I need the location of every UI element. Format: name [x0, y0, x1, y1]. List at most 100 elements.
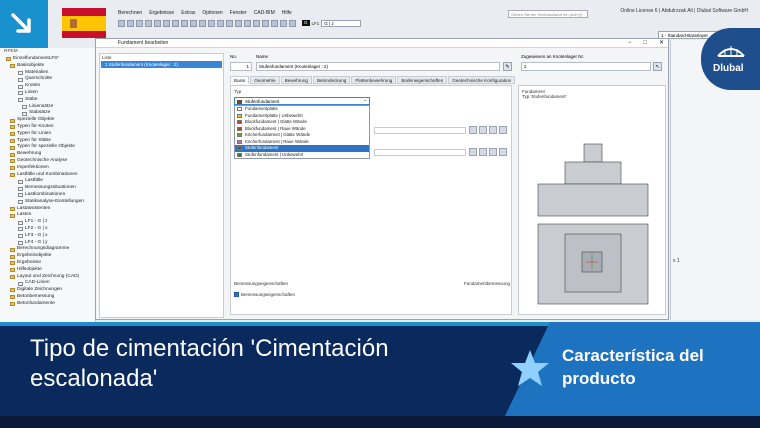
menu-item[interactable]: Optionen: [202, 10, 222, 16]
toolbar-button[interactable]: [253, 19, 260, 27]
toolbar-button[interactable]: [217, 19, 224, 27]
toolbar-button[interactable]: [226, 19, 233, 27]
edit-section-icon[interactable]: [489, 148, 497, 156]
menu-item[interactable]: Berechnen: [118, 10, 142, 16]
toolbar-button[interactable]: [118, 19, 125, 27]
navigator-item[interactable]: Ergebnisobjekte: [0, 253, 95, 260]
maximize-icon[interactable]: □: [643, 39, 647, 48]
toolbar-button[interactable]: [154, 19, 161, 27]
navigator-item[interactable]: Lastassistenten: [0, 206, 95, 213]
toolbar-button[interactable]: [190, 19, 197, 27]
navigator-item[interactable]: Betonbemessung: [0, 294, 95, 301]
name-field[interactable]: Stufenfundament (Knotenlager : 2): [256, 62, 500, 71]
search-input[interactable]: Geben Sie ein Schlüsselwort ein (Alt+Q): [508, 10, 588, 18]
folder-icon: [18, 77, 23, 82]
toolbar-button[interactable]: [280, 19, 287, 27]
assigned-field[interactable]: 2: [521, 62, 651, 71]
list-item[interactable]: 1 Stufenfundament (Knotenlager : 2): [101, 61, 222, 68]
navigator-item[interactable]: LF3 - G | x: [0, 233, 95, 240]
toolbar-button[interactable]: [262, 19, 269, 27]
type-dropdown[interactable]: Stufenfundament ⌃: [234, 97, 370, 105]
section-dropdown[interactable]: [374, 149, 466, 156]
toolbar-button[interactable]: [199, 19, 206, 27]
preview-caption-line-2: Typ 'Stufenfundament': [522, 94, 567, 99]
navigator-item[interactable]: Betonfundamente: [0, 301, 95, 308]
toolbar-button[interactable]: [181, 19, 188, 27]
menu-item[interactable]: Extras: [181, 10, 195, 16]
tab-bewehrung[interactable]: Bewehrung: [280, 76, 312, 84]
toolbar-button[interactable]: [244, 19, 251, 27]
type-swatch: [237, 120, 242, 125]
loadcase-tag: G: [302, 20, 310, 26]
tab-geometrie[interactable]: Geometrie: [250, 76, 280, 84]
navigator-item[interactable]: Digitale Zeichnungen: [0, 287, 95, 294]
navigator-item[interactable]: Lastkombinationen: [0, 192, 95, 199]
navigator-item[interactable]: Typen für spezielle Objekte: [0, 144, 95, 151]
menu-item[interactable]: Fenster: [230, 10, 247, 16]
navigator-item[interactable]: LF2 - G | x: [0, 226, 95, 233]
material-dropdown[interactable]: [374, 127, 466, 134]
navigator-item[interactable]: Basisobjekte: [0, 63, 95, 70]
navigator-item[interactable]: Lastfälle und Kombinationen: [0, 172, 95, 179]
navigator-item[interactable]: Spezielle Objekte: [0, 117, 95, 124]
navigator-item[interactable]: Knoten: [0, 83, 95, 90]
toolbar-button[interactable]: [271, 19, 278, 27]
navigator-item-label: Stäbe: [25, 96, 38, 102]
navigator-item[interactable]: Bemessungssituationen: [0, 185, 95, 192]
menu-item[interactable]: Hilfe: [282, 10, 292, 16]
navigator-item[interactable]: Ergebnisse: [0, 260, 95, 267]
navigator-item[interactable]: Imperfektionen: [0, 165, 95, 172]
toolbar-button[interactable]: [172, 19, 179, 27]
loadcase-id: LF1: [311, 20, 320, 26]
tab-geotechnische-konfiguration[interactable]: Geotechnische Konfiguration: [448, 76, 516, 84]
library-icon[interactable]: [479, 126, 487, 134]
toolbar-button[interactable]: [289, 19, 296, 27]
folder-icon: [10, 138, 15, 143]
toolbar-button[interactable]: [136, 19, 143, 27]
navigator-item[interactable]: Typen für Linien: [0, 131, 95, 138]
toolbar-button[interactable]: [208, 19, 215, 27]
close-icon[interactable]: ✕: [659, 39, 664, 48]
menu-item[interactable]: Ergebnisse: [149, 10, 174, 16]
menu-item[interactable]: CAD-BIM: [254, 10, 275, 16]
navigator-item[interactable]: Bewehrung: [0, 151, 95, 158]
type-option-label: Köcherfundament | Glatte Wände: [245, 132, 311, 137]
library-icon[interactable]: [479, 148, 487, 156]
navigator-item[interactable]: Geotechnische Analyse: [0, 158, 95, 165]
navigator-item[interactable]: Statikanalyse-Einstellungen: [0, 199, 95, 206]
new-material-icon[interactable]: [469, 126, 477, 134]
navigator-item[interactable]: Hilfsobjekte: [0, 267, 95, 274]
plan-view: [537, 223, 649, 305]
tab-bodeneigenschaften[interactable]: Bodeneigenschaften: [397, 76, 448, 84]
toolbar-button[interactable]: [163, 19, 170, 27]
new-section-icon[interactable]: [469, 148, 477, 156]
toolbar-button[interactable]: [145, 19, 152, 27]
tab-betondeckung[interactable]: Betondeckung: [312, 76, 351, 84]
delete-material-icon[interactable]: [499, 126, 507, 134]
edit-name-icon[interactable]: ✎: [503, 62, 512, 71]
navigator-item[interactable]: EinzelfundamentLF6*: [0, 56, 95, 63]
type-option[interactable]: Stufenfundament | Unbewehrt: [235, 152, 369, 159]
navigator-item[interactable]: LF1 - G | z: [0, 219, 95, 226]
checkbox-label: Bemessungseigenschaften: [241, 292, 296, 297]
navigator-item-label: EinzelfundamentLF6*: [13, 56, 59, 61]
navigator-item-label: Linien: [25, 89, 38, 95]
toolbar-button[interactable]: [127, 19, 134, 27]
toolbar-button[interactable]: [235, 19, 242, 27]
navigator-item[interactable]: Linien: [0, 90, 95, 97]
loadcase-selector[interactable]: G LF1 G | z: [302, 19, 362, 27]
navigator-item[interactable]: Typen für Knoten: [0, 124, 95, 131]
minimize-icon[interactable]: −: [628, 39, 632, 48]
navigator-item[interactable]: Querschnitte: [0, 76, 95, 83]
edit-material-icon[interactable]: [489, 126, 497, 134]
folder-icon: [10, 118, 15, 123]
tab-plattenbewehrung[interactable]: Plattenbewehrung: [351, 76, 397, 84]
no-field[interactable]: 1: [230, 62, 252, 71]
loadcase-dropdown[interactable]: G | z: [321, 19, 362, 27]
delete-section-icon[interactable]: [499, 148, 507, 156]
navigator-item[interactable]: Stäbe: [0, 97, 95, 104]
folder-icon: [18, 70, 23, 75]
design-properties-checkbox[interactable]: Bemessungseigenschaften: [234, 292, 295, 297]
tab-basis[interactable]: Basis: [230, 76, 250, 84]
select-node-icon[interactable]: ↖: [653, 62, 662, 71]
